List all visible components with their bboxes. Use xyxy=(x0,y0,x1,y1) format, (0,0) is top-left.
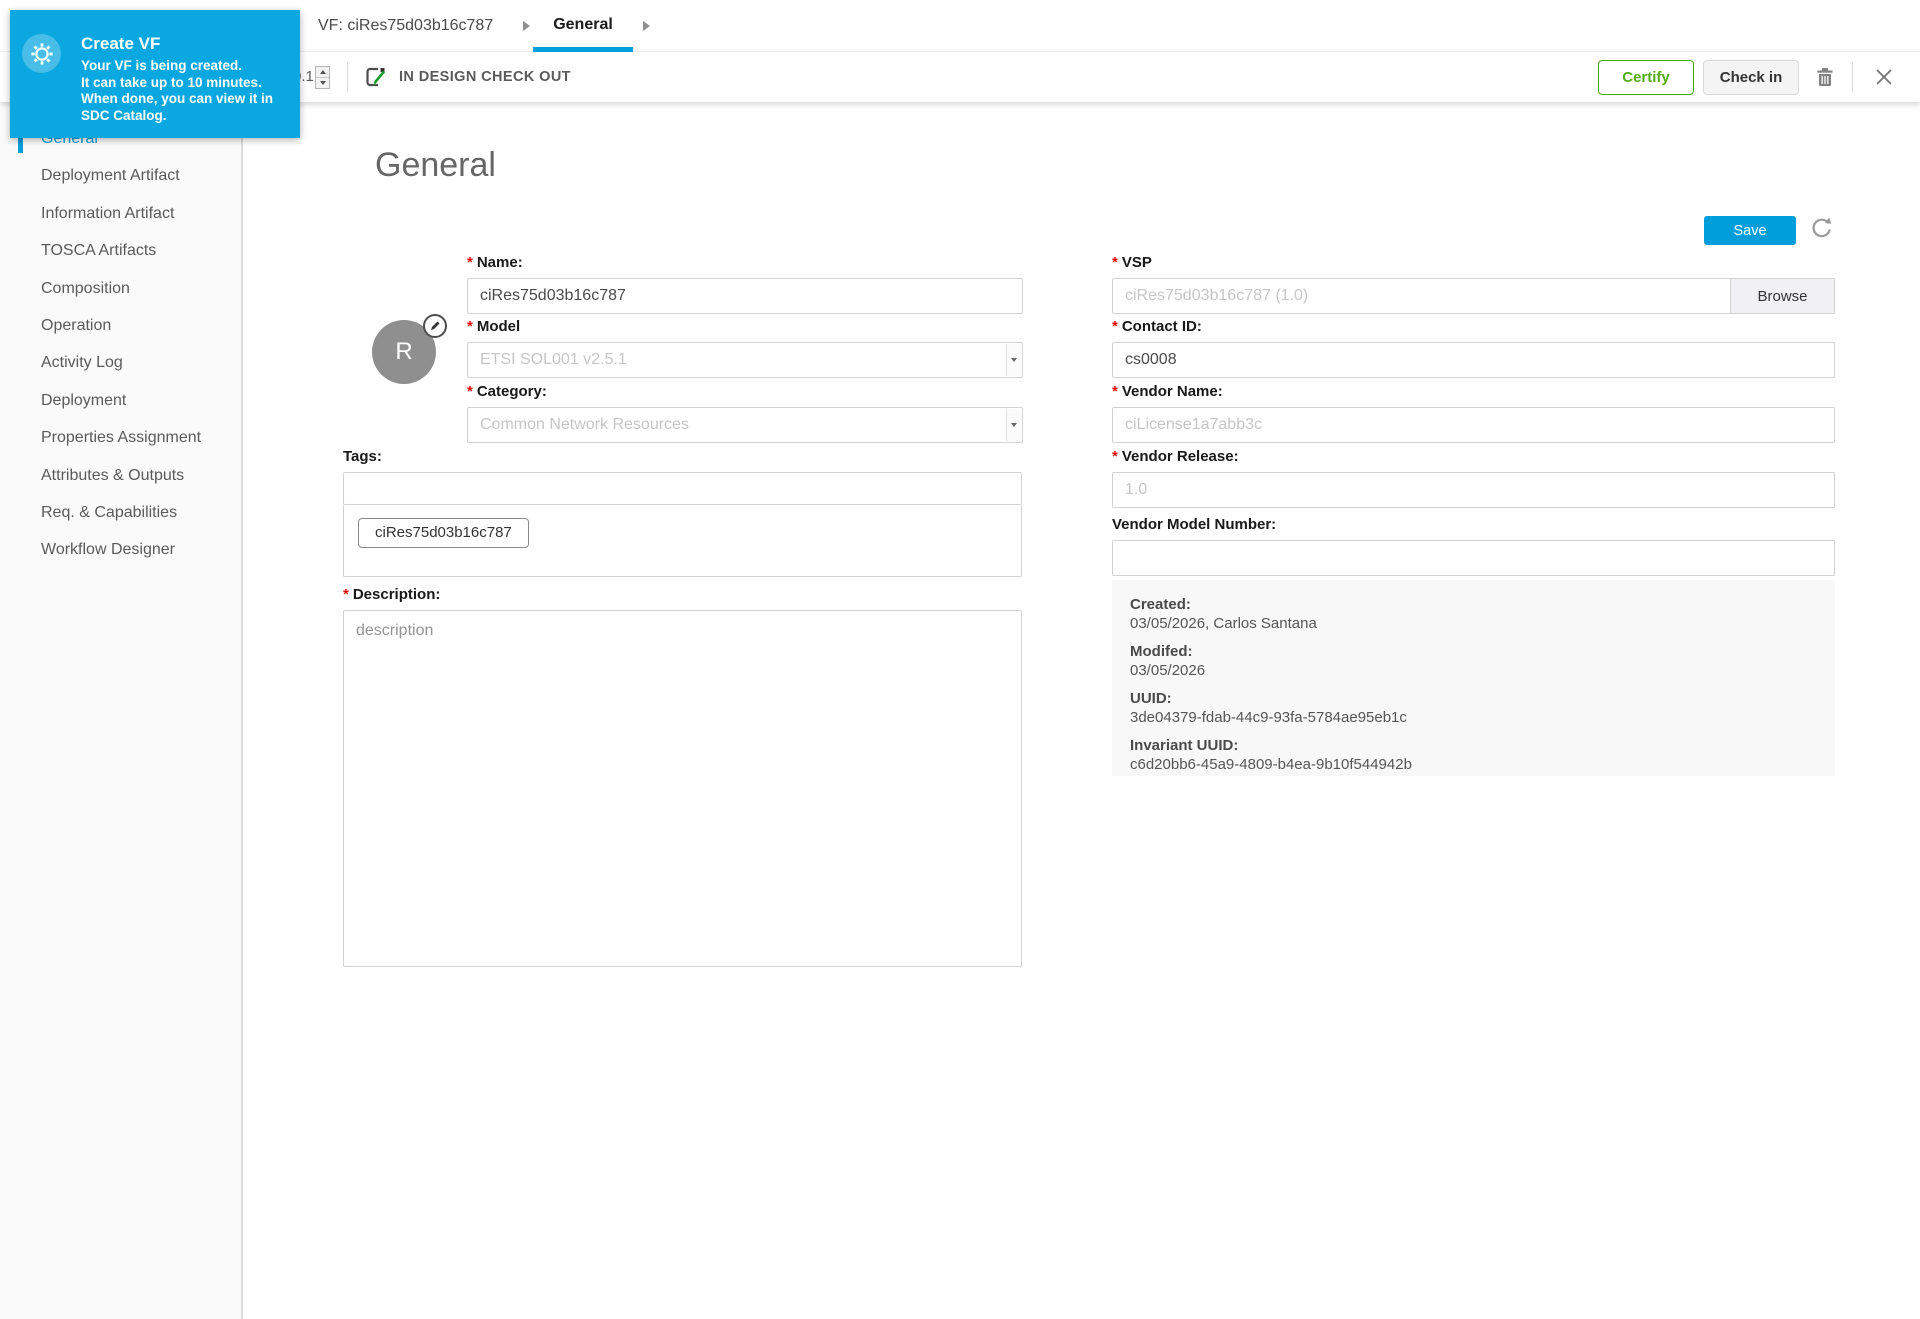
tab-general[interactable]: General xyxy=(533,0,633,52)
version-down-icon[interactable] xyxy=(316,77,329,88)
gear-icon xyxy=(22,34,61,73)
metadata-box: Created: 03/05/2026, Carlos Santana Modi… xyxy=(1112,580,1835,776)
vendor-name-field-group: Vendor Name: xyxy=(1112,383,1835,443)
uuid-entry: UUID: 3de04379-fdab-44c9-93fa-5784ae95eb… xyxy=(1130,689,1835,727)
browse-button[interactable]: Browse xyxy=(1731,278,1835,314)
tag-chip[interactable]: ciRes75d03b16c787 xyxy=(358,518,529,548)
sidebar: General Deployment Artifact Information … xyxy=(0,102,243,1319)
required-asterisk xyxy=(343,586,349,603)
vendor-release-label: Vendor Release: xyxy=(1112,448,1835,465)
edit-avatar-icon[interactable] xyxy=(423,314,447,338)
toast-title: Create VF xyxy=(81,34,160,54)
toast-message: Your VF is being created. It can take up… xyxy=(81,58,273,124)
toolbar-divider xyxy=(347,62,348,92)
required-asterisk xyxy=(467,383,473,400)
vendor-release-input xyxy=(1112,472,1835,508)
vsp-field-group: VSP Browse xyxy=(1112,254,1835,314)
description-textarea[interactable]: description xyxy=(343,610,1022,967)
category-label: Category: xyxy=(467,383,1023,400)
name-input[interactable] xyxy=(467,278,1023,314)
category-select-value: Common Network Resources xyxy=(480,416,689,434)
close-icon[interactable] xyxy=(1874,67,1894,92)
required-asterisk xyxy=(1112,318,1118,335)
page-title: General xyxy=(375,146,496,185)
model-label: Model xyxy=(467,318,1023,335)
check-in-button[interactable]: Check in xyxy=(1703,60,1799,95)
vendor-model-number-label: Vendor Model Number: xyxy=(1112,516,1835,533)
contact-id-label: Contact ID: xyxy=(1112,318,1835,335)
description-label: Description: xyxy=(343,586,1022,603)
vendor-name-label: Vendor Name: xyxy=(1112,383,1835,400)
required-asterisk xyxy=(1112,254,1118,271)
contact-id-field-group: Contact ID: xyxy=(1112,318,1835,378)
toolbar-divider xyxy=(1852,62,1853,92)
modified-entry: Modifed: 03/05/2026 xyxy=(1130,642,1835,680)
chevron-down-icon xyxy=(1006,409,1021,441)
breadcrumb-arrow-icon xyxy=(643,21,650,31)
required-asterisk xyxy=(1112,383,1118,400)
version-stepper[interactable] xyxy=(315,66,330,89)
tags-input[interactable] xyxy=(343,472,1022,505)
required-asterisk xyxy=(1112,448,1118,465)
sidebar-item-properties-assignment[interactable]: Properties Assignment xyxy=(0,419,241,456)
category-field-group: Category: Common Network Resources xyxy=(467,383,1023,443)
category-select[interactable]: Common Network Resources xyxy=(467,407,1023,443)
sidebar-item-deployment[interactable]: Deployment xyxy=(0,382,241,419)
model-select[interactable]: ETSI SOL001 v2.5.1 xyxy=(467,342,1023,378)
create-vf-toast[interactable]: Create VF Your VF is being created. It c… xyxy=(10,10,300,138)
sidebar-item-composition[interactable]: Composition xyxy=(0,270,241,307)
vendor-name-input xyxy=(1112,407,1835,443)
sidebar-item-tosca-artifacts[interactable]: TOSCA Artifacts xyxy=(0,232,241,269)
invariant-uuid-entry: Invariant UUID: c6d20bb6-45a9-4809-b4ea-… xyxy=(1130,736,1835,774)
vendor-model-number-field-group: Vendor Model Number: xyxy=(1112,516,1835,576)
certify-button[interactable]: Certify xyxy=(1598,60,1694,95)
version-up-icon[interactable] xyxy=(316,67,329,77)
model-select-value: ETSI SOL001 v2.5.1 xyxy=(480,351,627,369)
check-out-icon xyxy=(363,65,390,94)
description-field-group: Description: description xyxy=(343,586,1022,972)
sidebar-item-req-capabilities[interactable]: Req. & Capabilities xyxy=(0,494,241,531)
breadcrumb-arrow-icon xyxy=(523,21,530,31)
tags-chip-container: ciRes75d03b16c787 xyxy=(343,505,1022,577)
tags-field-group: Tags: ciRes75d03b16c787 xyxy=(343,448,1022,577)
tags-label: Tags: xyxy=(343,448,1022,465)
required-asterisk xyxy=(467,254,473,271)
vsp-label: VSP xyxy=(1112,254,1835,271)
name-label: Name: xyxy=(467,254,1023,271)
sidebar-item-information-artifact[interactable]: Information Artifact xyxy=(0,195,241,232)
vendor-release-field-group: Vendor Release: xyxy=(1112,448,1835,508)
contact-id-input[interactable] xyxy=(1112,342,1835,378)
chevron-down-icon xyxy=(1006,344,1021,376)
breadcrumb[interactable]: VF: ciRes75d03b16c787 xyxy=(318,0,493,52)
sidebar-menu: General Deployment Artifact Information … xyxy=(0,102,241,569)
sidebar-item-operation[interactable]: Operation xyxy=(0,307,241,344)
sidebar-item-deployment-artifact[interactable]: Deployment Artifact xyxy=(0,157,241,194)
name-field-group: Name: xyxy=(467,254,1023,314)
sidebar-item-attributes-outputs[interactable]: Attributes & Outputs xyxy=(0,457,241,494)
save-button[interactable]: Save xyxy=(1704,216,1796,245)
created-entry: Created: 03/05/2026, Carlos Santana xyxy=(1130,595,1835,633)
vendor-model-number-input[interactable] xyxy=(1112,540,1835,576)
sidebar-item-workflow-designer[interactable]: Workflow Designer xyxy=(0,531,241,568)
trash-icon[interactable] xyxy=(1814,66,1836,93)
sidebar-item-activity-log[interactable]: Activity Log xyxy=(0,344,241,381)
vsp-input xyxy=(1112,278,1731,314)
main-content: General Save R Name: Model ETSI SOL001 v… xyxy=(245,102,1920,1319)
required-asterisk xyxy=(467,318,473,335)
model-field-group: Model ETSI SOL001 v2.5.1 xyxy=(467,318,1023,378)
refresh-icon[interactable] xyxy=(1809,214,1835,245)
lifecycle-status: IN DESIGN CHECK OUT xyxy=(399,52,571,102)
